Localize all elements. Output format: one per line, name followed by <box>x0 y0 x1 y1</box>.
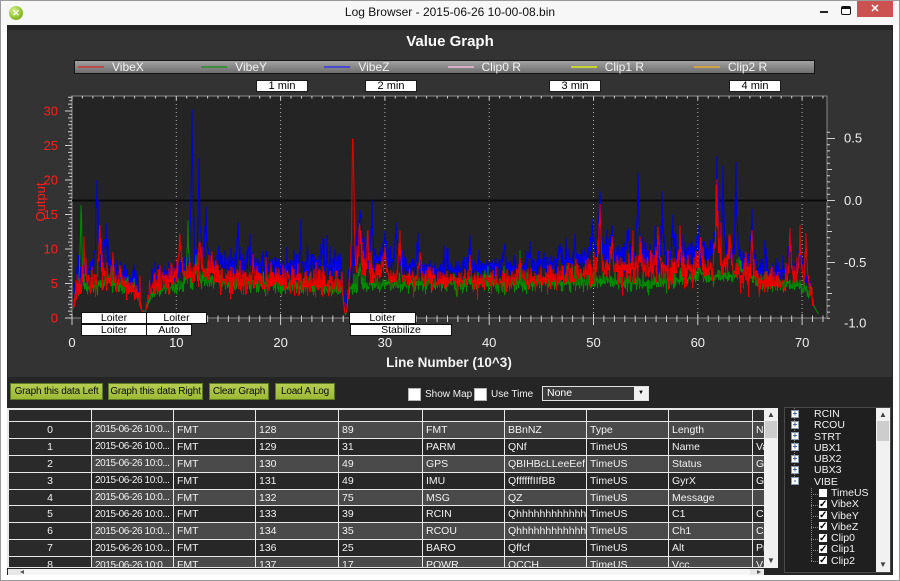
svg-text:10: 10 <box>169 335 183 350</box>
svg-text:70: 70 <box>795 335 809 350</box>
svg-text:25: 25 <box>44 138 58 153</box>
svg-text:40: 40 <box>482 335 496 350</box>
svg-text:30: 30 <box>44 104 58 119</box>
svg-text:-1.0: -1.0 <box>844 316 866 331</box>
svg-text:30: 30 <box>378 335 392 350</box>
svg-text:5: 5 <box>51 276 58 291</box>
svg-text:Output: Output <box>33 182 48 221</box>
svg-text:0: 0 <box>68 335 75 350</box>
svg-text:0.5: 0.5 <box>844 131 862 146</box>
svg-text:10: 10 <box>44 242 58 257</box>
svg-text:0: 0 <box>51 311 58 326</box>
svg-text:60: 60 <box>691 335 705 350</box>
svg-text:Line Number (10^3): Line Number (10^3) <box>386 355 512 370</box>
svg-text:20: 20 <box>273 335 287 350</box>
svg-text:-0.5: -0.5 <box>844 255 866 270</box>
svg-text:50: 50 <box>586 335 600 350</box>
svg-text:0.0: 0.0 <box>844 193 862 208</box>
